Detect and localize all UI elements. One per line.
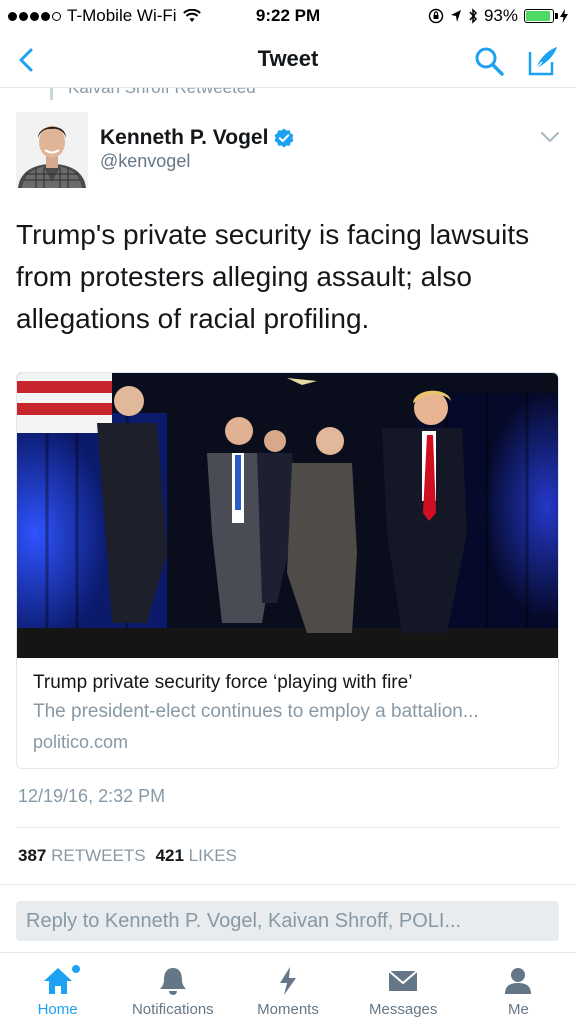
retweet-label: Kaivan Shroff Retweeted [68, 88, 256, 98]
home-icon [43, 968, 72, 994]
tab-bar: Home Notifications Moments Messages Me [0, 952, 576, 1024]
envelope-icon [388, 970, 418, 991]
card-title: Trump private security force ‘playing wi… [33, 672, 413, 693]
retweets-label: RETWEETS [51, 846, 146, 865]
battery-icon [524, 9, 558, 23]
retweets-count: 387 [18, 846, 47, 865]
tweet-stats: 387 RETWEETS 421 LIKES [18, 846, 237, 866]
rotation-lock-icon [428, 8, 444, 24]
link-card[interactable]: Trump private security force ‘playing wi… [16, 372, 559, 769]
tab-label: Home [37, 1001, 78, 1018]
tweet-timestamp: 12/19/16, 2:32 PM [18, 786, 166, 806]
bluetooth-icon [469, 8, 477, 24]
card-body: Trump private security force ‘playing wi… [33, 669, 543, 757]
bell-icon [159, 968, 186, 995]
card-image[interactable] [17, 373, 558, 658]
tab-notifications[interactable]: Notifications [115, 953, 230, 1024]
tab-me[interactable]: Me [461, 953, 576, 1024]
author-handle[interactable]: @kenvogel [100, 151, 190, 172]
battery-fill [526, 11, 551, 21]
reply-input[interactable]: Reply to Kenneth P. Vogel, Kaivan Shroff… [16, 901, 559, 941]
search-icon[interactable] [472, 44, 506, 78]
compose-icon[interactable] [526, 44, 560, 78]
unread-dot [72, 965, 80, 973]
verified-badge-icon [275, 128, 294, 148]
chevron-down-icon[interactable] [540, 130, 560, 144]
likes-label: LIKES [188, 846, 237, 865]
divider [0, 884, 576, 885]
avatar-image [16, 112, 88, 188]
tab-label: Moments [257, 1001, 319, 1018]
tab-moments[interactable]: Moments [230, 953, 345, 1024]
person-icon [505, 968, 532, 994]
tab-label: Notifications [131, 1001, 214, 1018]
divider [16, 827, 559, 828]
avatar[interactable] [16, 112, 88, 188]
battery-percent: 93% [483, 6, 518, 25]
likes-count: 421 [155, 846, 184, 865]
tab-label: Me [507, 1001, 529, 1018]
likes-stat[interactable]: 421 LIKES [156, 846, 237, 865]
status-right: 93% [428, 6, 568, 26]
location-icon [450, 10, 461, 22]
author-name-text: Kenneth P. Vogel [100, 126, 269, 149]
card-description: The president-elect continues to employ … [33, 701, 479, 722]
retweets-stat[interactable]: 387 RETWEETS [18, 846, 146, 865]
tab-home[interactable]: Home [0, 953, 115, 1024]
charging-icon [560, 9, 568, 23]
tweet-text: Trump's private security is facing lawsu… [16, 219, 530, 334]
thread-line [50, 88, 53, 100]
lightning-icon [280, 967, 296, 995]
navigation-bar: Tweet [0, 32, 576, 88]
tab-messages[interactable]: Messages [346, 953, 461, 1024]
tab-label: Messages [369, 1001, 438, 1018]
author-name[interactable]: Kenneth P. Vogel [100, 126, 294, 150]
status-bar: T-Mobile Wi-Fi 9:22 PM 93% [0, 0, 576, 32]
retweet-context: Kaivan Shroff Retweeted [0, 88, 576, 100]
card-domain: politico.com [33, 732, 129, 752]
